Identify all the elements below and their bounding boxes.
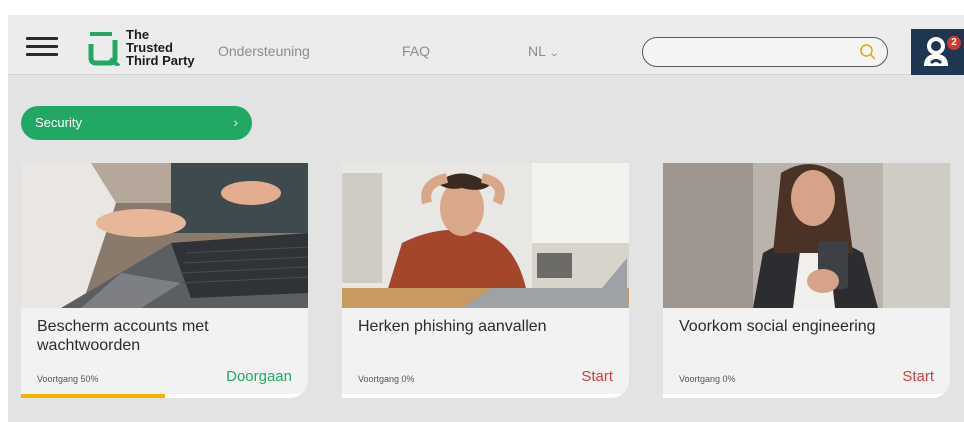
progress-label: Voortgang 0% [358, 374, 415, 384]
nav-support-link[interactable]: Ondersteuning [218, 43, 310, 59]
company-logo[interactable]: The Trusted Third Party [88, 26, 208, 70]
start-button[interactable]: Start [581, 368, 613, 385]
hamburger-menu-icon[interactable] [26, 37, 58, 57]
top-header: The Trusted Third Party Ondersteuning FA… [8, 15, 964, 75]
progress-bar-fill [21, 394, 165, 398]
card-title: Voorkom social engineering [679, 318, 876, 335]
start-button[interactable]: Start [902, 368, 934, 385]
progress-bar [21, 394, 308, 398]
progress-label: Voortgang 50% [37, 374, 99, 384]
course-card-social-engineering[interactable]: Voorkom social engineering Voortgang 0% … [663, 163, 950, 398]
user-profile-button[interactable]: 2 [911, 29, 964, 75]
user-profile-icon [924, 37, 948, 66]
category-label: Security [35, 115, 82, 130]
progress-bar [663, 394, 950, 398]
search-icon[interactable] [859, 43, 877, 61]
logo-mark-icon [88, 32, 121, 66]
category-security-button[interactable]: Security › [21, 106, 252, 140]
chevron-right-icon: › [233, 114, 238, 130]
card-title: Bescherm accounts met wachtwoorden [37, 318, 209, 354]
search-input[interactable] [642, 37, 888, 67]
stressed-man-image [342, 163, 629, 308]
laptop-typing-image [21, 163, 308, 308]
nav-faq-link[interactable]: FAQ [402, 43, 430, 59]
progress-bar [342, 394, 629, 398]
woman-with-phone-image [663, 163, 950, 308]
language-selector[interactable]: NL ⌄ [528, 43, 560, 59]
course-card-phishing[interactable]: Herken phishing aanvallen Voortgang 0% S… [342, 163, 629, 398]
card-title: Herken phishing aanvallen [358, 318, 547, 335]
logo-wordmark: The Trusted Third Party [126, 28, 195, 67]
progress-label: Voortgang 0% [679, 374, 736, 384]
continue-button[interactable]: Doorgaan [226, 368, 292, 385]
language-label: NL [528, 43, 546, 59]
logo-line-3: Third Party [126, 53, 195, 68]
chevron-down-icon: ⌄ [548, 48, 560, 59]
course-card-passwords[interactable]: Bescherm accounts met wachtwoorden Voort… [21, 163, 308, 398]
app-window: The Trusted Third Party Ondersteuning FA… [8, 15, 964, 422]
notification-badge: 2 [947, 36, 961, 50]
